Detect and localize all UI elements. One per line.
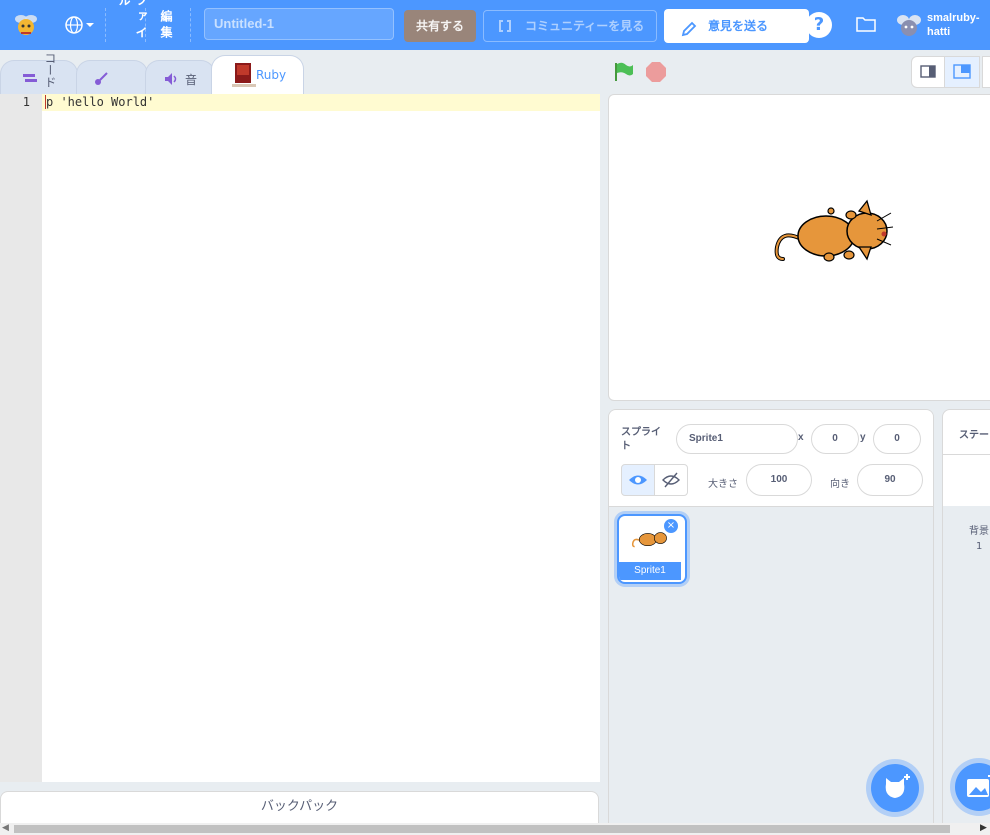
image-add-icon [967,773,990,797]
editor-gutter [0,94,42,782]
help-button[interactable]: ? [806,12,832,38]
sprite-pane: スプライト Sprite1 x 0 y 0 大きさ 100 向き 90 Spri… [608,409,934,829]
ruby-book-icon [232,61,256,92]
direction-input[interactable]: 90 [857,464,923,496]
tab-sounds-label: 音 [185,73,198,87]
code-editor[interactable] [0,94,600,782]
add-backdrop-button[interactable] [955,763,990,811]
stage[interactable] [608,94,990,401]
code-icon [23,73,37,88]
feedback-label: 意見を送る [708,19,769,33]
cat-sprite[interactable] [771,199,895,269]
tab-costumes[interactable] [76,60,148,96]
text-cursor [45,95,46,109]
feedback-button[interactable]: 意見を送る [664,9,809,43]
direction-label: 向き [830,479,850,490]
tab-ruby-label: Ruby [256,68,287,82]
smalruby-logo[interactable] [12,11,40,39]
size-input[interactable]: 100 [746,464,812,496]
tab-code-label: コード [43,52,57,88]
scrollbar-thumb[interactable] [14,825,950,833]
stage-pane-title: ステー [959,430,989,441]
pencil-icon [680,17,698,51]
community-icon [498,11,512,52]
tab-ruby[interactable]: Ruby [211,55,304,96]
normal-stage-button[interactable] [944,56,980,88]
globe-icon [65,16,94,34]
backdrops-label: 背景 [969,526,989,537]
menu-bar: ファイル 編集 Untitled-1 共有する コミュニティーを見る 意見を送る… [0,0,990,50]
username[interactable]: smalruby-hatti [927,11,987,39]
stage-target-pane[interactable]: ステー 背景 1 [942,409,990,829]
small-stage-icon [920,65,936,78]
delete-sprite-icon[interactable]: × [663,518,679,534]
brush-icon [93,71,109,90]
code-line[interactable]: p 'hello World' [46,95,154,109]
sprite-tile-label: Sprite1 [619,562,681,580]
normal-stage-icon [953,64,971,79]
size-label: 大きさ [708,479,738,490]
x-input[interactable]: 0 [811,424,859,454]
language-menu[interactable] [64,14,96,36]
scroll-left-arrow[interactable]: ◀ [2,823,9,833]
y-input[interactable]: 0 [873,424,921,454]
sprite-name-input[interactable]: Sprite1 [676,424,798,454]
sprite-info-panel: スプライト Sprite1 x 0 y 0 大きさ 100 向き 90 [609,410,933,507]
folder-icon[interactable] [855,14,877,38]
small-stage-button[interactable] [911,56,945,88]
fullscreen-button[interactable] [982,56,990,88]
tab-sounds[interactable]: 音 [145,60,215,96]
tab-code[interactable]: コード [0,52,78,96]
stage-thumbnail[interactable] [943,454,990,508]
share-button[interactable]: 共有する [404,10,476,42]
speaker-icon [164,72,180,89]
x-label: x [798,432,804,443]
y-label: y [860,432,866,443]
edit-menu[interactable]: 編集 [158,10,175,42]
scroll-right-arrow[interactable]: ▶ [980,823,987,833]
add-sprite-button[interactable] [871,764,919,812]
sprite-label: スプライト [621,427,661,452]
hide-sprite-button[interactable] [654,464,688,496]
community-label: コミュニティーを見る [525,19,645,33]
show-sprite-button[interactable] [621,464,655,496]
eye-slash-icon [662,472,680,488]
stop-icon[interactable] [645,61,667,87]
cat-add-icon [885,774,910,798]
line-number: 1 [22,95,30,109]
backpack-header[interactable]: バックパック [0,791,599,823]
avatar[interactable] [895,11,923,43]
community-button[interactable]: コミュニティーを見る [483,10,657,42]
green-flag-icon[interactable] [613,61,635,87]
project-title-input[interactable]: Untitled-1 [204,8,394,40]
eye-icon [629,475,647,485]
backdrops-count: 1 [976,541,983,552]
